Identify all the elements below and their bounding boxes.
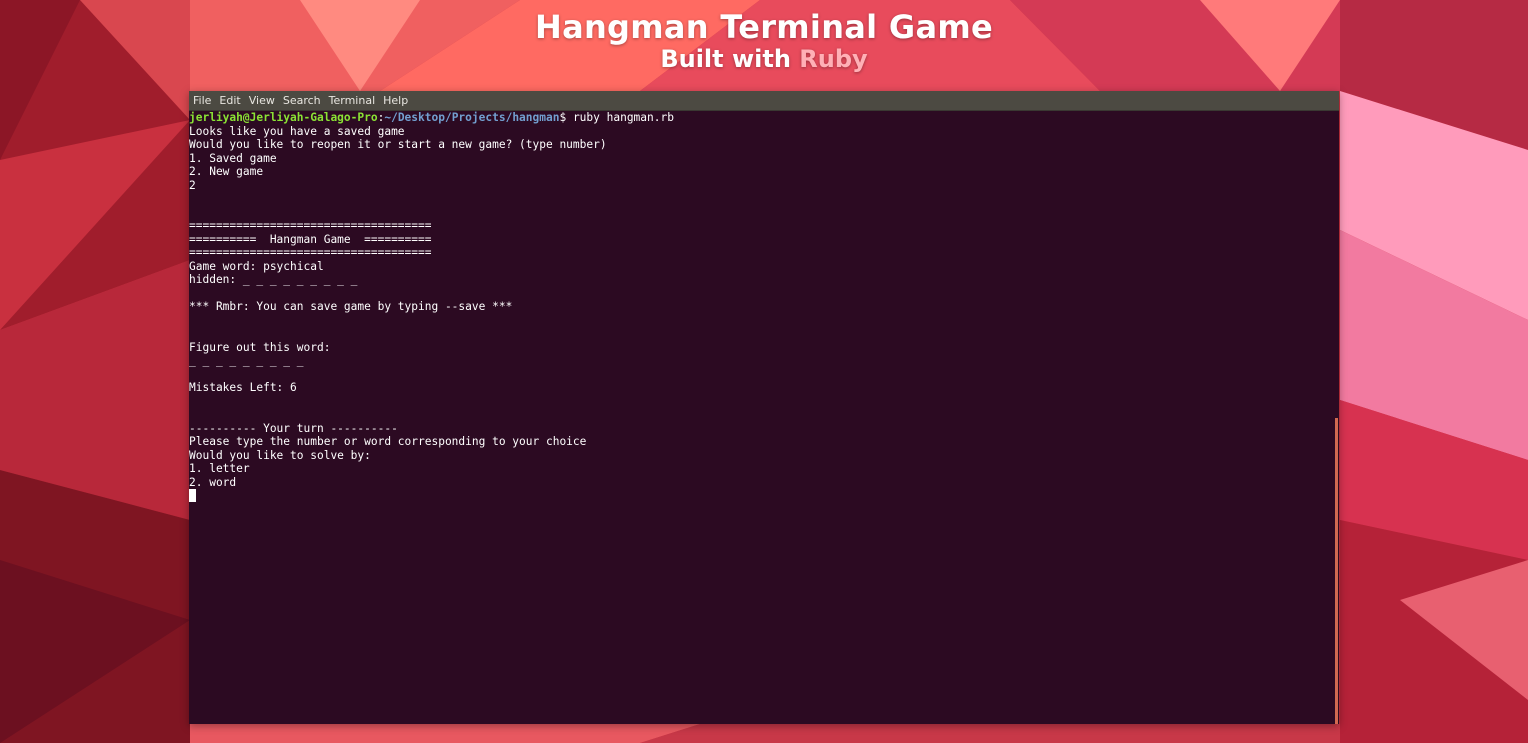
menu-view[interactable]: View — [249, 94, 275, 107]
terminal-screen[interactable]: jerliyah@Jerliyah-Galago-Pro:~/Desktop/P… — [189, 111, 1335, 724]
menu-edit[interactable]: Edit — [219, 94, 240, 107]
menu-search[interactable]: Search — [283, 94, 321, 107]
menu-file[interactable]: File — [193, 94, 211, 107]
terminal-output: Looks like you have a saved game Would yo… — [189, 125, 1335, 490]
terminal-line: Would you like to reopen it or start a n… — [189, 138, 607, 151]
subtitle-prefix: Built with — [660, 45, 800, 73]
menu-terminal[interactable]: Terminal — [329, 94, 376, 107]
prompt-path: ~/Desktop/Projects/hangman — [384, 111, 560, 124]
prompt-command: $ ruby hangman.rb — [559, 111, 674, 124]
terminal-scrollbar[interactable] — [1335, 418, 1338, 724]
terminal-line: ---------- Your turn ---------- — [189, 421, 398, 435]
terminal-line: 2. word — [189, 475, 237, 489]
terminal-line: 1. letter — [189, 462, 250, 475]
terminal-line: Would you like to solve by: — [189, 448, 371, 462]
terminal-line: hidden: _ _ _ _ _ _ _ _ _ — [189, 273, 358, 286]
terminal-line: *** Rmbr: You can save game by typing --… — [189, 300, 513, 313]
terminal-line: _ _ _ _ _ _ _ _ _ — [189, 354, 304, 367]
prompt-user: jerliyah@Jerliyah-Galago-Pro — [189, 111, 378, 124]
terminal-line: Game word: psychical — [189, 259, 324, 273]
prompt-line: jerliyah@Jerliyah-Galago-Pro:~/Desktop/P… — [189, 111, 1335, 125]
terminal-line: ==================================== — [189, 246, 432, 259]
terminal-line: 2 — [189, 178, 196, 192]
terminal-line: Figure out this word: — [189, 340, 331, 354]
terminal-line: ========== Hangman Game ========== — [189, 232, 432, 246]
page-title: Hangman Terminal Game — [535, 8, 993, 46]
terminal-window[interactable]: File Edit View Search Terminal Help jerl… — [189, 91, 1339, 724]
terminal-line: 1. Saved game — [189, 151, 277, 165]
terminal-line: Mistakes Left: 6 — [189, 381, 297, 394]
terminal-line: Looks like you have a saved game — [189, 124, 405, 138]
input-line[interactable] — [189, 489, 1335, 503]
terminal-menubar: File Edit View Search Terminal Help — [189, 91, 1339, 111]
menu-help[interactable]: Help — [383, 94, 408, 107]
subtitle-accent-ruby: Ruby — [799, 45, 868, 73]
page-subtitle: Built with Ruby — [0, 45, 1528, 73]
terminal-line: Please type the number or word correspon… — [189, 435, 587, 448]
terminal-line: ==================================== — [189, 219, 432, 232]
text-cursor — [189, 489, 196, 502]
terminal-line: 2. New game — [189, 165, 264, 178]
